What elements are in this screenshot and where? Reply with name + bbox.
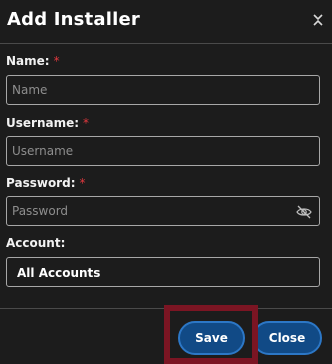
eye-slash-icon[interactable] [296,204,312,219]
dialog-title: Add Installer [7,9,140,30]
username-label: Username: * [6,116,90,130]
username-field[interactable]: Username [6,136,320,166]
password-field[interactable]: Password [6,196,320,226]
account-label: Account: [6,236,66,250]
dialog-header: Add Installer [0,0,332,43]
add-installer-dialog: Add Installer Name: * Name Username: * Use… [0,0,332,364]
name-placeholder: Name [12,83,48,97]
header-divider [0,43,332,44]
name-label: Name: * [6,54,60,68]
name-field[interactable]: Name [6,75,320,105]
close-button[interactable]: Close [252,321,322,355]
password-placeholder: Password [12,204,69,218]
collapse-icon[interactable] [310,12,326,28]
password-label: Password: * [6,176,86,190]
username-placeholder: Username [12,144,74,158]
account-selected-value: All Accounts [17,266,101,280]
account-select[interactable]: All Accounts [6,257,320,287]
save-button-highlight [164,305,258,364]
